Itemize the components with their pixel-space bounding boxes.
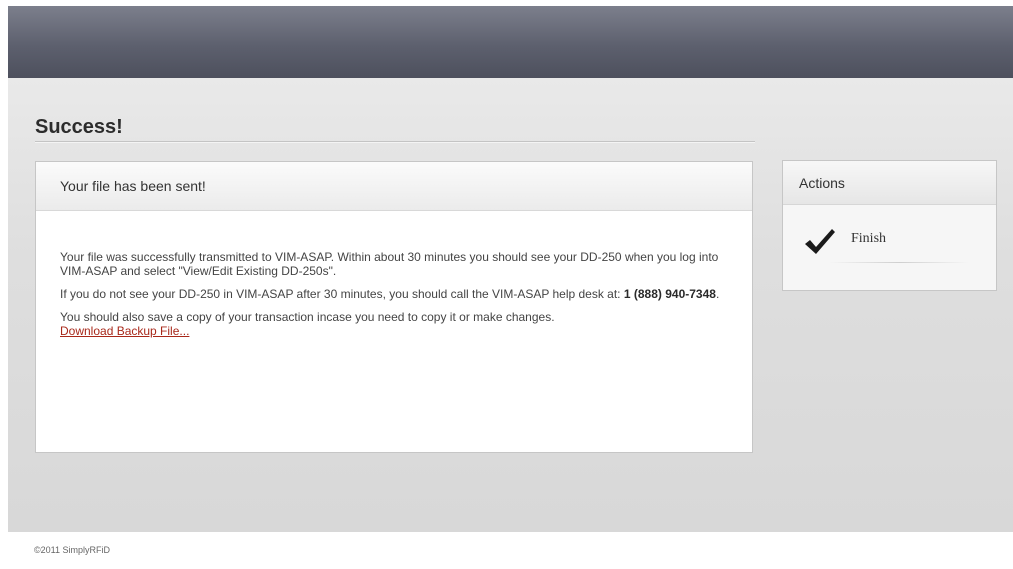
footer-copyright: ©2011 SimplyRFiD: [34, 545, 110, 555]
top-header-bar: [8, 6, 1013, 78]
download-backup-link[interactable]: Download Backup File...: [60, 324, 189, 338]
message-panel: Your file has been sent! Your file was s…: [35, 161, 753, 453]
title-divider: [35, 141, 755, 143]
actions-panel-header: Actions: [783, 161, 996, 205]
help-desk-end: .: [715, 287, 720, 301]
checkmark-icon: [803, 227, 837, 255]
message-body: Your file was successfully transmitted t…: [60, 250, 725, 347]
backup-text: You should also save a copy of your tran…: [60, 310, 725, 338]
actions-panel: Actions Finish: [782, 160, 997, 291]
page-title: Success!: [35, 116, 123, 138]
finish-divider: [829, 262, 969, 263]
help-desk-text: If you do not see your DD-250 in VIM-ASA…: [60, 287, 725, 301]
help-desk-phone: 1 (888) 940-7348: [623, 287, 716, 301]
backup-message: You should also save a copy of your tran…: [60, 310, 555, 324]
transmit-confirmation-text: Your file was successfully transmitted t…: [60, 250, 719, 278]
finish-button[interactable]: Finish: [803, 221, 973, 265]
finish-label: Finish: [851, 231, 887, 246]
help-desk-message: If you do not see your DD-250 in VIM-ASA…: [60, 287, 624, 301]
message-panel-header: Your file has been sent!: [36, 162, 752, 211]
